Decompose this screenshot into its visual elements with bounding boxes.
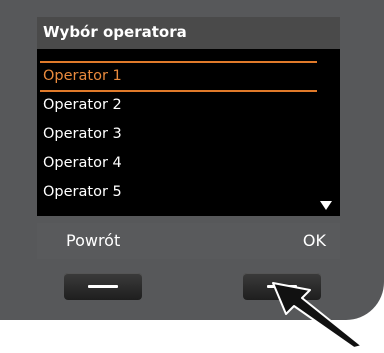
dash-icon xyxy=(88,285,118,288)
list-item-operator-5[interactable]: Operator 5 xyxy=(43,178,122,206)
list-item-operator-1[interactable]: Operator 1 xyxy=(43,62,122,90)
list-item-operator-4[interactable]: Operator 4 xyxy=(43,149,122,177)
list-item-operator-3[interactable]: Operator 3 xyxy=(43,120,122,148)
scroll-down-triangle-icon xyxy=(320,201,332,210)
phone-device: Wybór operatora Operator 1 Operator 2 Op… xyxy=(0,0,384,320)
title-bar: Wybór operatora xyxy=(37,17,340,49)
screen-title: Wybór operatora xyxy=(43,23,187,41)
softkey-bar: Powrót OK xyxy=(37,223,340,259)
left-softkey-button[interactable] xyxy=(64,273,142,300)
softkey-left-label: Powrót xyxy=(66,231,121,250)
softkey-right-label: OK xyxy=(302,231,326,250)
display-screen: Wybór operatora Operator 1 Operator 2 Op… xyxy=(37,17,340,216)
list-item-operator-2[interactable]: Operator 2 xyxy=(43,91,122,119)
pointer-arrow-icon xyxy=(270,280,384,349)
